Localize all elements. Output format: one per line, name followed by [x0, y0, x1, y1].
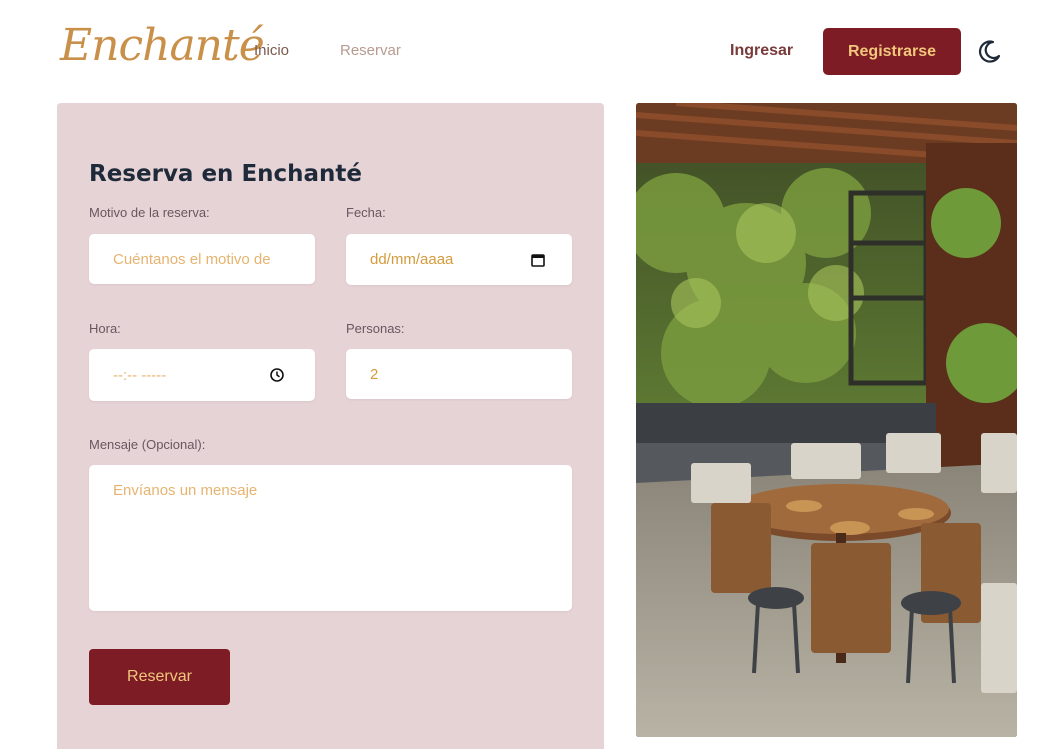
- date-placeholder: dd/mm/aaaa: [370, 251, 454, 268]
- register-button[interactable]: Registrarse: [823, 28, 961, 75]
- calendar-icon[interactable]: [530, 252, 546, 268]
- date-label: Fecha:: [346, 205, 386, 220]
- restaurant-photo: [636, 103, 1017, 737]
- date-input[interactable]: dd/mm/aaaa: [346, 234, 572, 285]
- logo-text: Enchanté: [60, 20, 265, 71]
- nav-inicio[interactable]: Inicio: [254, 42, 289, 59]
- logo[interactable]: Enchanté: [56, 18, 265, 84]
- people-value: 2: [370, 365, 379, 383]
- time-input[interactable]: --:-- -----: [89, 349, 315, 401]
- nav-reservar[interactable]: Reservar: [340, 42, 401, 59]
- reason-label: Motivo de la reserva:: [89, 205, 210, 220]
- people-label: Personas:: [346, 321, 405, 336]
- site-header: Enchanté Inicio Reservar Ingresar Regist…: [0, 0, 1048, 103]
- time-placeholder: --:-- -----: [113, 366, 167, 384]
- reserve-submit-button[interactable]: Reservar: [89, 649, 230, 705]
- message-placeholder: Envíanos un mensaje: [113, 482, 258, 499]
- message-label: Mensaje (Opcional):: [89, 437, 206, 452]
- message-textarea[interactable]: Envíanos un mensaje: [89, 465, 572, 611]
- reason-placeholder: Cuéntanos el motivo de: [113, 250, 271, 268]
- login-link[interactable]: Ingresar: [730, 42, 793, 60]
- people-input[interactable]: 2: [346, 349, 572, 399]
- clock-icon[interactable]: [269, 367, 285, 383]
- form-title: Reserva en Enchanté: [89, 161, 363, 187]
- reason-input[interactable]: Cuéntanos el motivo de: [89, 234, 315, 284]
- time-label: Hora:: [89, 321, 121, 336]
- moon-icon[interactable]: [975, 38, 1003, 66]
